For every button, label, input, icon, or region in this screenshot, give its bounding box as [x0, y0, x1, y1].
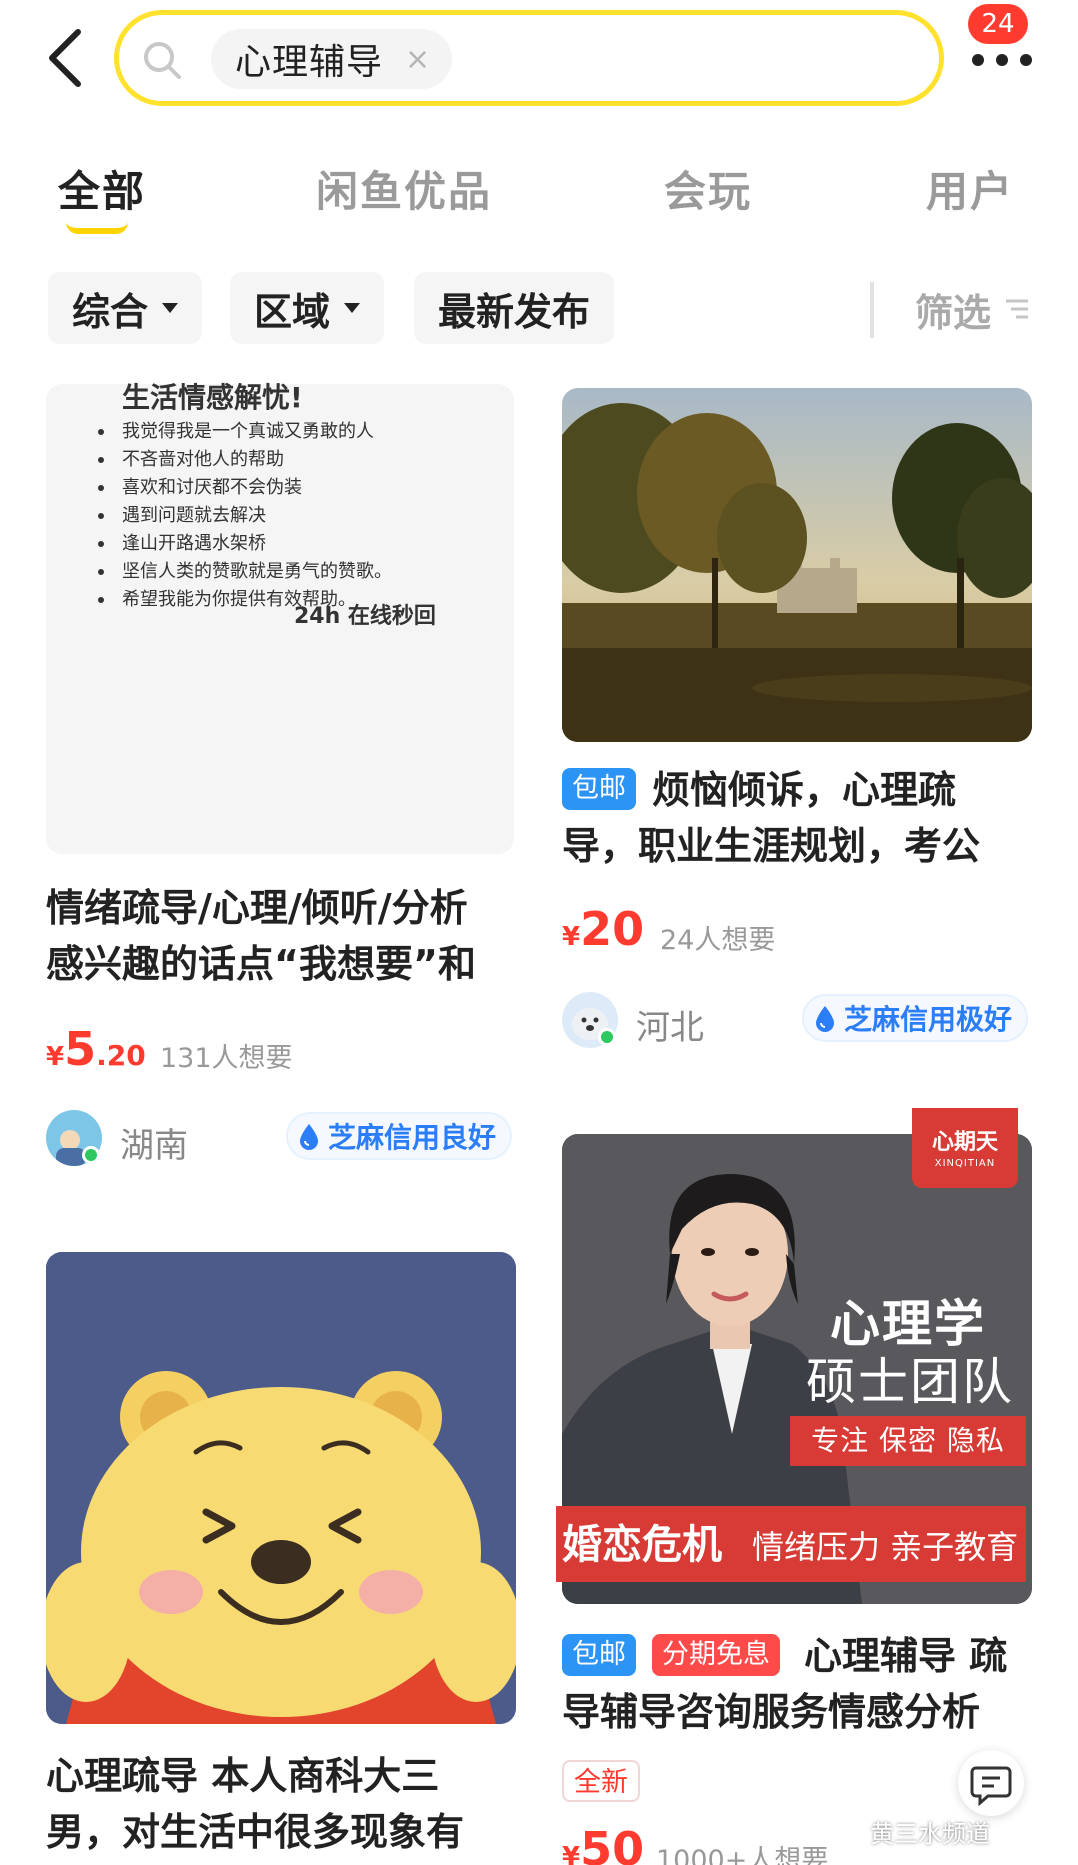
- water-drop-icon: [816, 1006, 834, 1032]
- search-icon: [144, 42, 181, 79]
- message-count-badge: 24: [968, 4, 1028, 44]
- image-heading: 生活情感解忧!: [122, 381, 303, 414]
- screen-filter-button[interactable]: 筛选: [915, 282, 991, 337]
- product-title-line1[interactable]: 心理疏导 本人商科大三: [46, 1748, 439, 1804]
- filter-icon: [1006, 299, 1028, 319]
- online-status-dot: [82, 1146, 100, 1164]
- region-filter-label: 区域: [254, 289, 331, 334]
- credit-label: 芝麻信用极好: [844, 1003, 1013, 1036]
- image-bottom-text-a: 婚恋危机: [562, 1522, 722, 1568]
- landscape-painting-image: [562, 388, 1032, 742]
- sort-filter[interactable]: 综合: [48, 272, 203, 344]
- latest-filter[interactable]: 最新发布: [414, 272, 615, 344]
- watermark: 黄三水频道: [870, 1820, 990, 1848]
- image-footer: 24h 在线秒回: [294, 604, 436, 629]
- seller-city: 湖南: [120, 1126, 188, 1166]
- condition-tag: 全新: [562, 1760, 640, 1802]
- search-bar[interactable]: 心理辅导 ×: [114, 10, 944, 106]
- sort-filter-label: 综合: [72, 289, 149, 334]
- installment-tag: 分期免息: [652, 1634, 780, 1676]
- want-count: 1000+人想要: [656, 1845, 829, 1865]
- search-query-chip[interactable]: 心理辅导 ×: [211, 29, 453, 89]
- product-title-line2[interactable]: 男，对生活中很多现象有: [46, 1804, 464, 1860]
- image-bullet-list: 我觉得我是一个真诚又勇敢的人 不吝啬对他人的帮助 喜欢和讨厌都不会伪装 遇到问题…: [96, 418, 392, 614]
- free-shipping-tag: 包邮: [562, 1634, 636, 1676]
- latest-filter-label: 最新发布: [438, 289, 591, 334]
- product-image[interactable]: [46, 1252, 516, 1724]
- chat-edit-icon: [970, 1766, 1012, 1807]
- image-bullet: 逢山开路遇水架桥: [96, 530, 392, 558]
- online-status-dot: [598, 1028, 616, 1046]
- active-tab-indicator: [66, 222, 128, 234]
- region-filter[interactable]: 区域: [230, 272, 385, 344]
- seller-city: 河北: [636, 1008, 704, 1048]
- product-title-line1[interactable]: 情绪疏导/心理/倾听/分析: [46, 880, 468, 936]
- want-count: 131人想要: [160, 1043, 293, 1074]
- caret-down-icon: [344, 303, 361, 313]
- product-title-line1[interactable]: 烦恼倾诉，心理疏: [652, 762, 956, 818]
- image-bottom-text-b: 情绪压力 亲子教育: [752, 1528, 1019, 1566]
- free-shipping-tag: 包邮: [562, 768, 636, 810]
- brand-logo: 心期天 XINQITIAN: [912, 1108, 1018, 1188]
- back-button[interactable]: [40, 26, 90, 90]
- image-bullet: 遇到问题就去解决: [96, 502, 392, 530]
- tab-users[interactable]: 用户: [926, 158, 1014, 219]
- cartoon-bear-image: [46, 1252, 516, 1724]
- want-count: 24人想要: [660, 925, 776, 956]
- product-title-line1[interactable]: 心理辅导 疏: [804, 1628, 1007, 1684]
- tab-xianyu-select[interactable]: 闲鱼优品: [316, 158, 492, 219]
- more-dots-icon: [972, 54, 1032, 68]
- image-bullet: 坚信人类的赞歌就是勇气的赞歌。: [96, 558, 392, 586]
- product-price: ¥5.20: [46, 1022, 146, 1076]
- image-bullet: 不吝啬对他人的帮助: [96, 446, 392, 474]
- clear-icon[interactable]: ×: [405, 42, 430, 77]
- chevron-left-icon: [49, 29, 81, 87]
- product-title-line2[interactable]: 导，职业生涯规划，考公: [562, 818, 980, 874]
- search-query-text: 心理辅导: [235, 42, 384, 83]
- product-price: ¥50: [562, 1822, 645, 1865]
- feedback-button[interactable]: [958, 1750, 1024, 1816]
- image-bullet: 我觉得我是一个真诚又勇敢的人: [96, 418, 392, 446]
- product-title-line2[interactable]: 导辅导咨询服务情感分析: [562, 1684, 980, 1740]
- caret-down-icon: [162, 303, 179, 313]
- tab-all[interactable]: 全部: [58, 158, 146, 219]
- tab-huiwan[interactable]: 会玩: [664, 158, 752, 219]
- credit-badge: 芝麻信用良好: [286, 1112, 513, 1160]
- product-price: ¥20: [562, 902, 645, 956]
- image-bullet: 喜欢和讨厌都不会伪装: [96, 474, 392, 502]
- product-image[interactable]: [562, 388, 1032, 742]
- credit-label: 芝麻信用良好: [328, 1121, 497, 1154]
- credit-badge: 芝麻信用极好: [802, 994, 1029, 1042]
- image-feature-band: 专注 保密 隐私: [790, 1416, 1026, 1466]
- water-drop-icon: [300, 1124, 318, 1150]
- product-title-line2[interactable]: 感兴趣的话点“我想要”和: [46, 936, 476, 992]
- filter-divider: [870, 282, 874, 338]
- image-subheadline: 硕士团队: [806, 1353, 1014, 1411]
